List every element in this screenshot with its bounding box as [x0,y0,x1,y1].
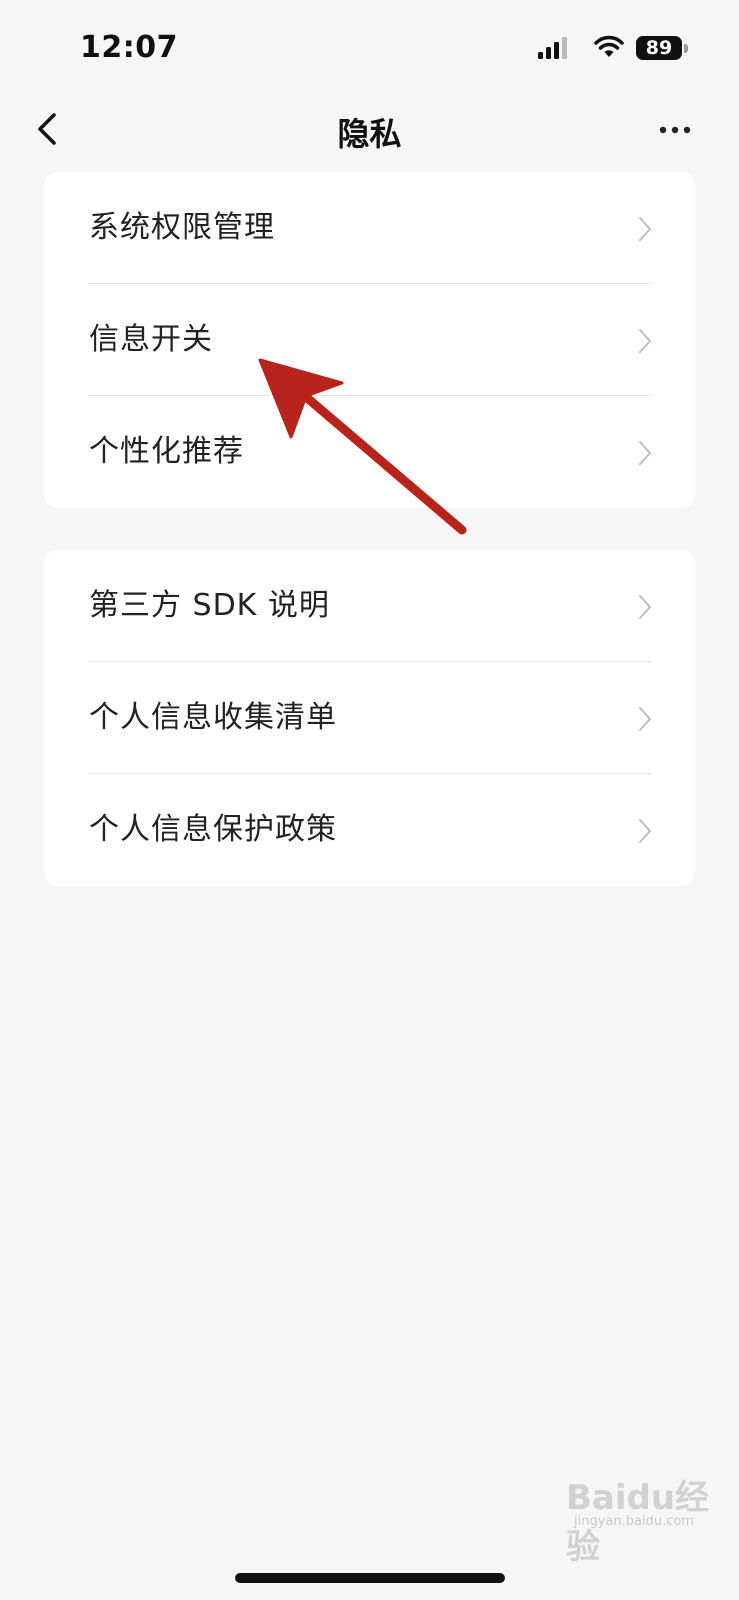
battery-indicator: 89 [636,36,688,62]
chevron-right-icon [639,707,651,731]
list-item-system-permissions[interactable]: 系统权限管理 [44,172,695,284]
battery-level: 89 [645,37,673,59]
list-item-label: 系统权限管理 [89,210,275,245]
list-item-personal-info-collection[interactable]: 个人信息收集清单 [44,662,695,774]
list-item-label: 个人信息收集清单 [89,700,337,735]
settings-group-2: 第三方 SDK 说明 个人信息收集清单 个人信息保护政策 [44,550,695,886]
watermark: Baidu经验 jingyan.baidu.com [566,1470,726,1567]
status-time: 12:07 [80,30,178,65]
list-item-label: 第三方 SDK 说明 [89,588,330,623]
list-item-label: 个性化推荐 [89,434,244,469]
home-indicator[interactable] [235,1573,505,1583]
list-item-personalized-recommendations[interactable]: 个性化推荐 [44,396,695,508]
settings-group-1: 系统权限管理 信息开关 个性化推荐 [44,172,695,508]
list-item-info-switch[interactable]: 信息开关 [44,284,695,396]
navigation-bar: 隐私 [0,95,739,165]
chevron-right-icon [639,329,651,353]
list-item-label: 个人信息保护政策 [89,812,337,847]
status-bar: 12:07 89 [0,0,739,95]
list-item-privacy-policy[interactable]: 个人信息保护政策 [44,774,695,886]
more-dots-icon [659,126,691,134]
cellular-signal-icon [538,37,568,63]
list-item-label: 信息开关 [89,322,213,357]
chevron-right-icon [639,441,651,465]
wifi-icon [594,35,624,63]
chevron-right-icon [639,819,651,843]
page-title: 隐私 [337,115,402,153]
chevron-right-icon [639,217,651,241]
chevron-right-icon [639,595,651,619]
more-button[interactable] [655,115,695,145]
list-item-third-party-sdk[interactable]: 第三方 SDK 说明 [44,550,695,662]
battery-cap [684,44,688,53]
watermark-url: jingyan.baidu.com [574,1514,694,1529]
